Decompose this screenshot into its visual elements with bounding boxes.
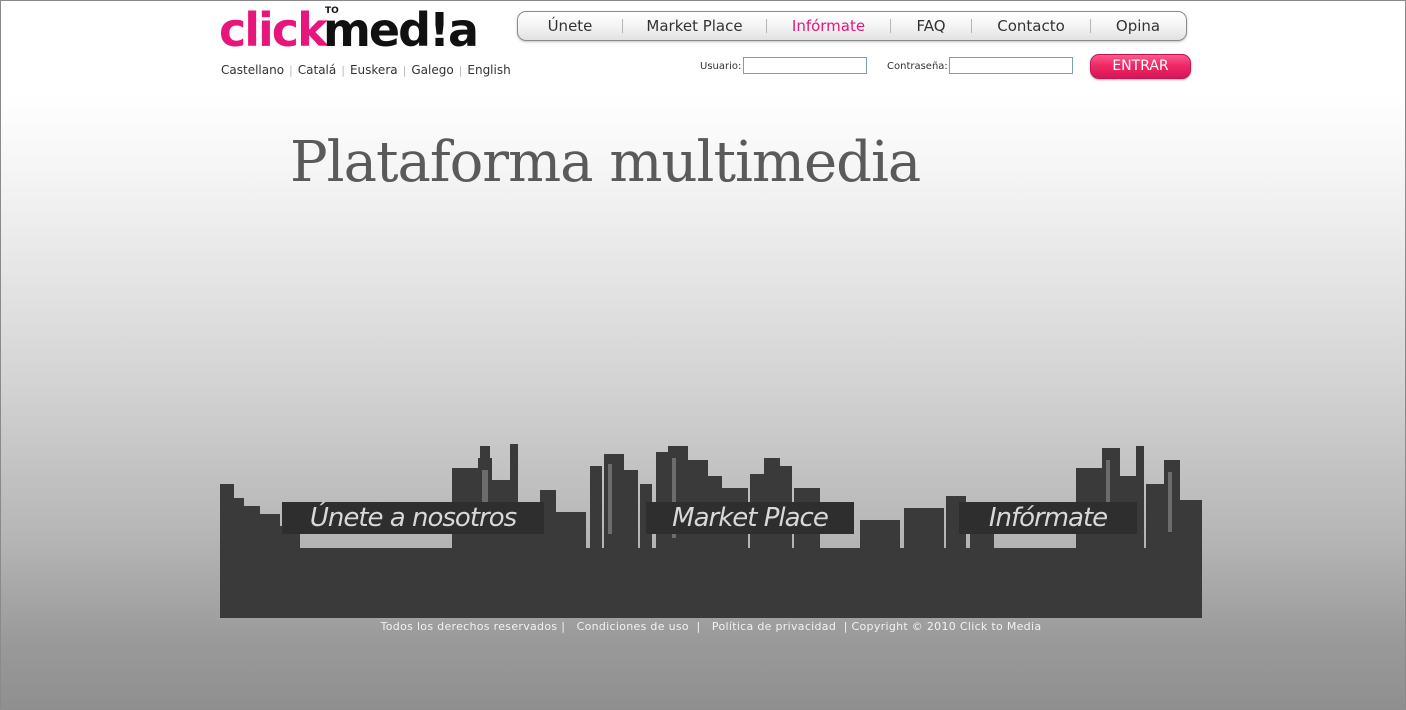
cta-informate[interactable]: Infórmate bbox=[959, 502, 1137, 534]
nav-contacto[interactable]: Contacto bbox=[972, 17, 1090, 35]
lang-english[interactable]: English bbox=[467, 63, 510, 77]
nav-unete[interactable]: Únete bbox=[518, 17, 622, 35]
separator: | bbox=[289, 64, 293, 77]
separator: | bbox=[402, 64, 407, 77]
main-nav: Únete Market Place Infórmate FAQ Contact… bbox=[517, 11, 1187, 41]
separator: | bbox=[458, 64, 463, 77]
lang-castellano[interactable]: Castellano bbox=[221, 63, 284, 77]
username-input[interactable] bbox=[743, 57, 867, 74]
footer-separator: | bbox=[839, 620, 852, 633]
nav-market-place[interactable]: Market Place bbox=[623, 17, 766, 35]
password-input[interactable] bbox=[949, 57, 1073, 74]
lang-galego[interactable]: Galego bbox=[411, 63, 453, 77]
separator: | bbox=[341, 64, 345, 77]
logo[interactable]: click TO med!a bbox=[219, 4, 479, 56]
logo-text-click: click bbox=[219, 3, 328, 57]
nav-faq[interactable]: FAQ bbox=[891, 17, 971, 35]
language-selector: Castellano | Catalá | Euskera | Galego | English bbox=[221, 63, 511, 77]
lang-catala[interactable]: Catalá bbox=[298, 63, 336, 77]
footer-rights: Todos los derechos reservados bbox=[380, 620, 558, 633]
footer-copyright: Copyright © 2010 Click to Media bbox=[851, 620, 1042, 633]
login-button[interactable]: ENTRAR bbox=[1090, 54, 1191, 79]
cta-market-place[interactable]: Market Place bbox=[646, 502, 854, 534]
page-headline: Plataforma multimedia bbox=[290, 130, 921, 195]
cta-join-us[interactable]: Únete a nosotros bbox=[282, 502, 544, 534]
password-label: Contraseña: bbox=[887, 61, 948, 72]
footer: Todos los derechos reservados | Condicio… bbox=[220, 620, 1202, 633]
footer-terms-link[interactable]: Condiciones de uso bbox=[577, 620, 689, 633]
footer-separator: | bbox=[561, 620, 573, 633]
logo-text-media: med!a bbox=[323, 3, 479, 57]
nav-opina[interactable]: Opina bbox=[1091, 17, 1185, 35]
username-label: Usuario: bbox=[700, 61, 742, 72]
footer-separator: | bbox=[692, 620, 709, 633]
lang-euskera[interactable]: Euskera bbox=[350, 63, 398, 77]
footer-privacy-link[interactable]: Política de privacidad bbox=[712, 620, 836, 633]
nav-informate[interactable]: Infórmate bbox=[767, 17, 890, 35]
